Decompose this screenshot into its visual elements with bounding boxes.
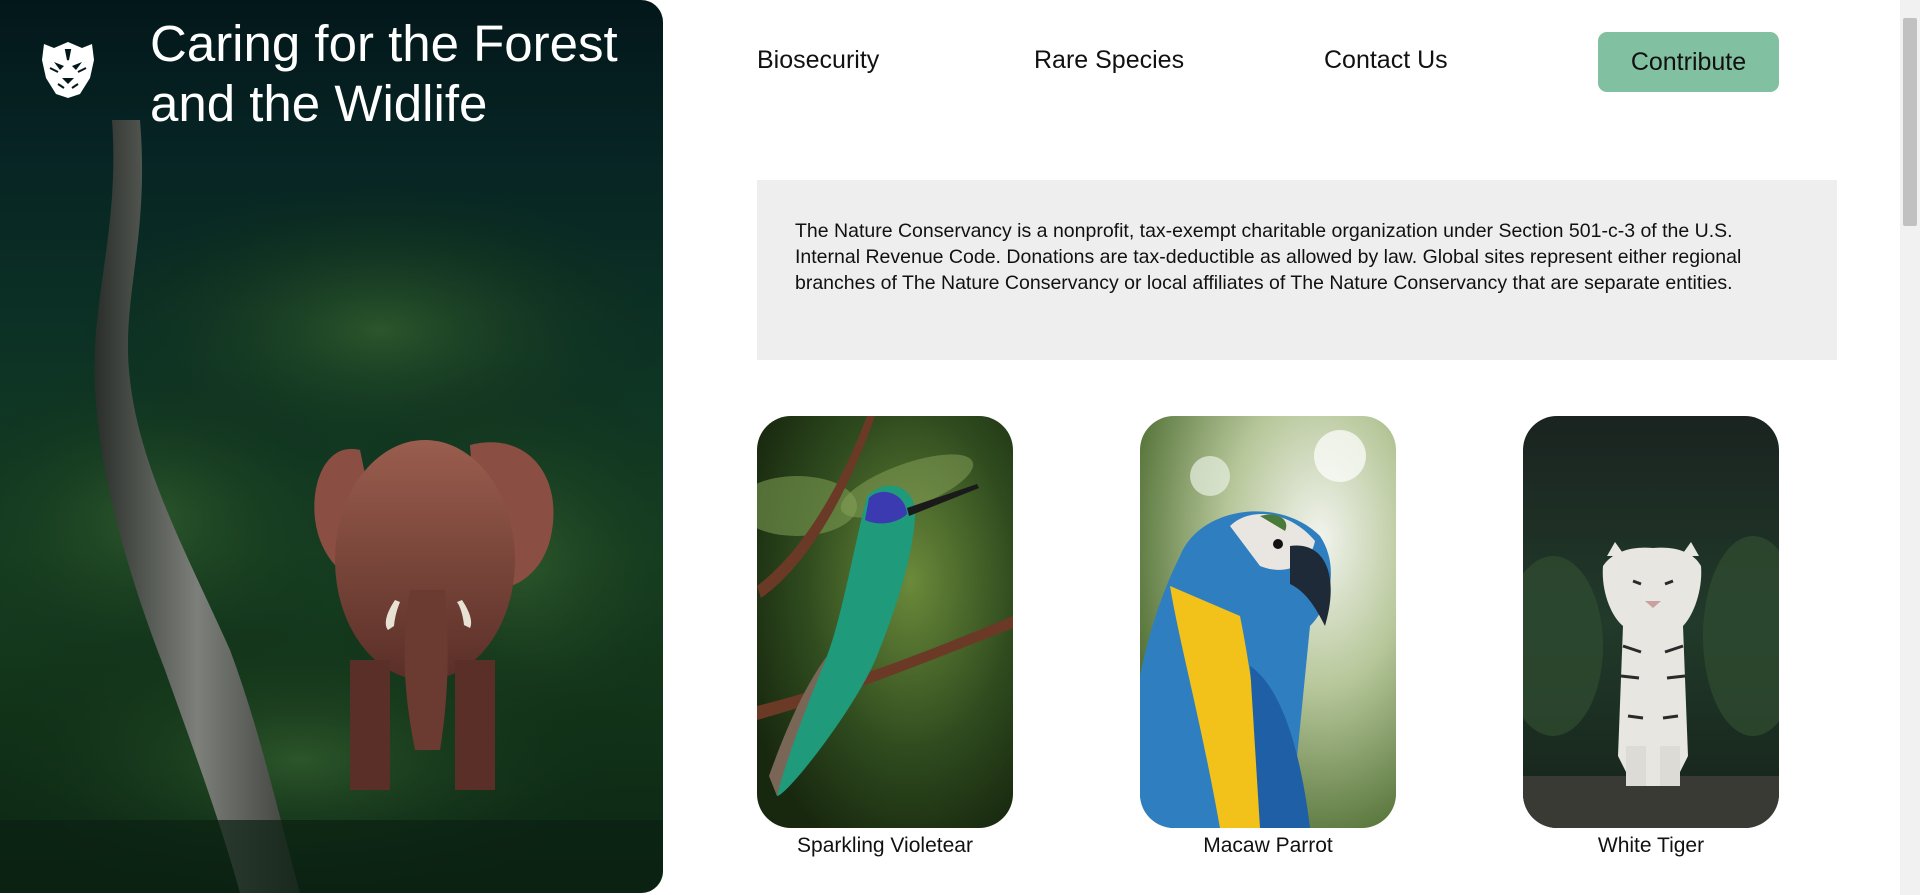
vertical-scrollbar[interactable] (1900, 0, 1920, 895)
species-label: Sparkling Violetear (797, 834, 973, 857)
scrollbar-thumb[interactable] (1903, 18, 1917, 226)
disclaimer-panel: The Nature Conservancy is a nonprofit, t… (757, 180, 1837, 360)
nav-link-biosecurity[interactable]: Biosecurity (757, 46, 879, 75)
hero-title: Caring for the Forest and the Widlife (150, 15, 618, 132)
hero-panel: Caring for the Forest and the Widlife (0, 0, 663, 893)
macaw-image[interactable] (1140, 416, 1396, 828)
species-label: White Tiger (1597, 834, 1705, 857)
white-tiger-image[interactable] (1523, 416, 1779, 828)
disclaimer-text: The Nature Conservancy is a nonprofit, t… (795, 220, 1742, 294)
nav-link-rare-species[interactable]: Rare Species (1034, 46, 1184, 75)
hummingbird-image[interactable] (757, 416, 1013, 828)
main-nav: Biosecurity Rare Species Contact Us Cont… (757, 32, 1779, 92)
tiger-head-icon[interactable] (36, 38, 100, 100)
species-card-white-tiger[interactable]: White Tiger (1523, 416, 1779, 858)
species-label: Macaw Parrot (1203, 834, 1333, 857)
species-card-hummingbird[interactable]: Sparkling Violetear (757, 416, 1013, 858)
contribute-button[interactable]: Contribute (1598, 32, 1779, 92)
nav-link-contact-us[interactable]: Contact Us (1324, 46, 1448, 75)
species-card-macaw[interactable]: Macaw Parrot (1140, 416, 1396, 858)
